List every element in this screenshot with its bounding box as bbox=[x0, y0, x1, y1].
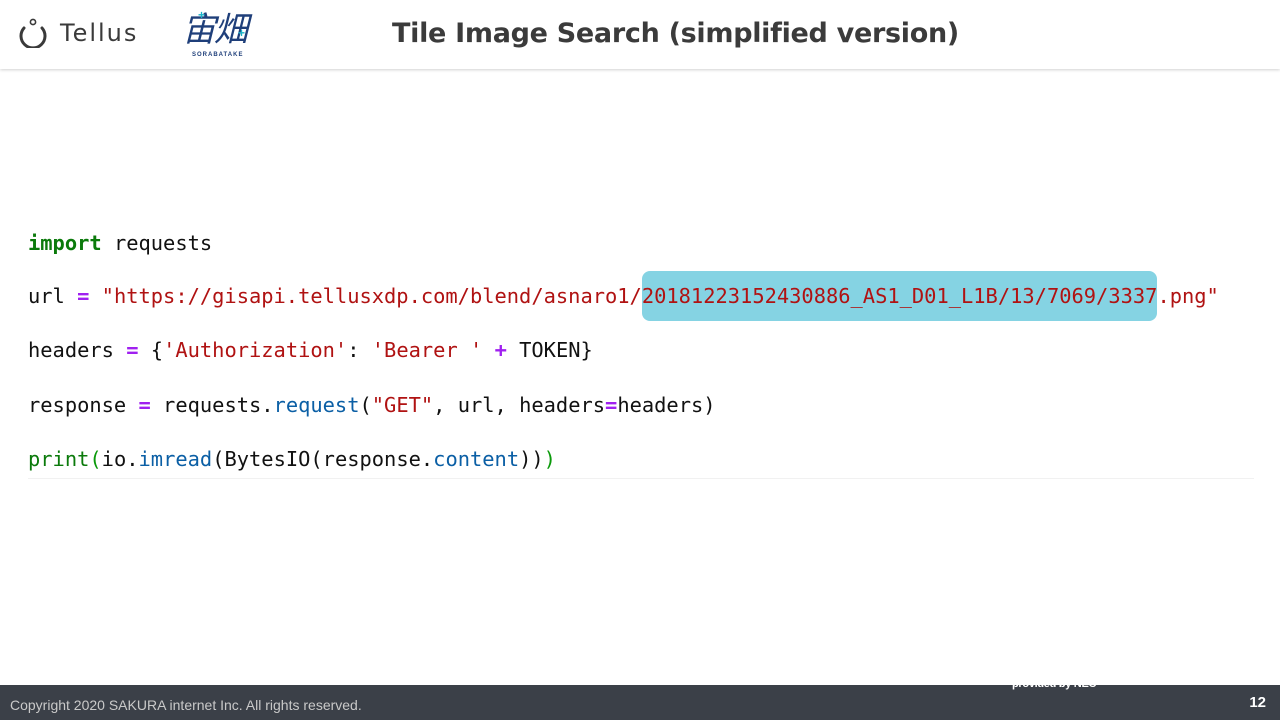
code-attribute: content bbox=[433, 447, 520, 471]
code-text: TOKEN} bbox=[506, 338, 593, 362]
code-operator: = bbox=[605, 393, 618, 417]
code-function: request bbox=[273, 393, 360, 417]
code-text: { bbox=[138, 338, 164, 362]
code-builtin: print bbox=[28, 447, 90, 471]
code-text: url bbox=[28, 284, 78, 308]
code-text: )) bbox=[519, 447, 544, 471]
code-text: response bbox=[28, 393, 139, 417]
code-operator: = bbox=[126, 338, 139, 362]
code-text: headers bbox=[28, 338, 127, 362]
code-operator: + bbox=[494, 338, 507, 362]
highlighted-tile-path: 20181223152430886_AS1_D01_L1B/13/7069/33… bbox=[641, 271, 1158, 321]
copyright-text: Copyright 2020 SAKURA internet Inc. All … bbox=[10, 697, 362, 713]
code-text: requests bbox=[101, 231, 213, 255]
sorabatake-sub: SORABATAKE bbox=[192, 52, 244, 58]
code-line-url: url = "https://gisapi.tellusxdp.com/blen… bbox=[28, 271, 1219, 321]
code-line-headers: headers = {'Authorization': 'Bearer ' + … bbox=[28, 335, 593, 365]
code-paren: ( bbox=[89, 447, 102, 471]
code-string: .png" bbox=[1157, 284, 1219, 308]
code-string: 'Bearer ' bbox=[371, 338, 483, 362]
plus-icon: + bbox=[198, 8, 206, 22]
code-text: requests. bbox=[150, 393, 274, 417]
code-operator: = bbox=[138, 393, 151, 417]
slide-header: Tellus 宙畑 + + SORABATAKE Tile Image Sear… bbox=[0, 0, 1280, 69]
code-string: "https://gisapi.tellusxdp.com/blend/asna… bbox=[89, 284, 642, 308]
code-operator: = bbox=[77, 284, 90, 308]
plus-icon: + bbox=[238, 26, 246, 40]
code-line-print: print(io.imread(BytesIO(response.content… bbox=[28, 444, 556, 474]
code-text: : bbox=[347, 338, 372, 362]
code-paren: ) bbox=[543, 447, 556, 471]
sorabatake-kanji: 宙畑 bbox=[182, 10, 248, 50]
tellus-logo: Tellus bbox=[18, 16, 138, 50]
page-title: Tile Image Search (simplified version) bbox=[392, 18, 959, 49]
page-number: 12 bbox=[1249, 694, 1266, 711]
provided-by-label: provided by NEC bbox=[1012, 678, 1097, 690]
code-text: io. bbox=[101, 447, 139, 471]
code-text: , url, headers bbox=[433, 393, 606, 417]
code-string: 'Authorization' bbox=[163, 338, 348, 362]
code-text: (BytesIO(response. bbox=[212, 447, 434, 471]
code-function: imread bbox=[138, 447, 213, 471]
code-line-import: import requests bbox=[28, 228, 212, 258]
code-text: ( bbox=[359, 393, 372, 417]
tellus-ring-icon bbox=[19, 18, 47, 48]
code-text: headers) bbox=[617, 393, 716, 417]
slide-footer: Copyright 2020 SAKURA internet Inc. All … bbox=[0, 678, 1280, 720]
code-block: import requests url = "https://gisapi.te… bbox=[28, 226, 1254, 479]
code-keyword: import bbox=[28, 231, 102, 255]
code-line-response: response = requests.request("GET", url, … bbox=[28, 390, 716, 420]
code-string: "GET" bbox=[371, 393, 434, 417]
tellus-wordmark: Tellus bbox=[60, 19, 139, 47]
sorabatake-logo: 宙畑 + + SORABATAKE bbox=[182, 8, 260, 60]
